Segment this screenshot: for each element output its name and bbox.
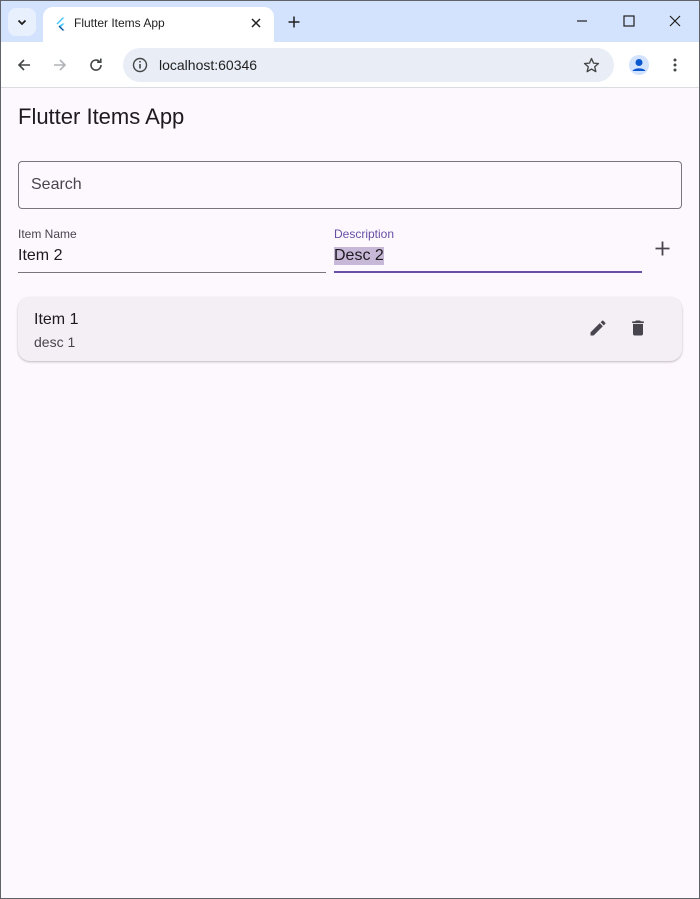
info-icon xyxy=(132,57,148,73)
plus-icon xyxy=(288,16,300,28)
delete-button[interactable] xyxy=(626,316,650,340)
url-text: localhost:60346 xyxy=(159,57,258,73)
back-button[interactable] xyxy=(10,51,38,79)
bookmark-button[interactable] xyxy=(582,56,600,74)
plus-icon xyxy=(655,241,669,255)
site-info-button[interactable] xyxy=(131,56,149,74)
item-name-underline xyxy=(18,272,326,273)
maximize-icon xyxy=(623,15,635,27)
search-input[interactable] xyxy=(19,162,681,208)
tab-search-button[interactable] xyxy=(8,8,36,36)
address-bar[interactable]: localhost:60346 xyxy=(123,48,614,82)
trash-icon xyxy=(632,320,644,336)
list-item[interactable]: Item 1 desc 1 xyxy=(18,297,682,361)
profile-button[interactable] xyxy=(625,51,653,79)
arrow-left-icon xyxy=(17,59,30,71)
new-tab-button[interactable] xyxy=(282,10,306,34)
app-content: Flutter Items App Item Name Item 2 Descr… xyxy=(1,89,699,898)
tab-close-button[interactable] xyxy=(248,15,264,31)
description-underline xyxy=(334,271,642,273)
arrow-right-icon xyxy=(54,59,67,71)
description-field[interactable]: Description Desc 2 xyxy=(334,227,642,273)
flutter-logo-icon xyxy=(56,17,65,31)
item-name-label: Item Name xyxy=(18,227,77,241)
item-name-field[interactable]: Item Name Item 2 xyxy=(18,227,326,273)
minimize-button[interactable] xyxy=(567,7,597,35)
page-title: Flutter Items App xyxy=(18,104,185,129)
close-window-button[interactable] xyxy=(660,7,690,35)
forward-button[interactable] xyxy=(46,51,74,79)
item-title: Item 1 xyxy=(34,311,79,328)
chevron-down-icon xyxy=(17,19,27,26)
item-name-value: Item 2 xyxy=(18,247,63,264)
star-icon xyxy=(583,57,599,72)
reload-icon xyxy=(90,58,102,71)
profile-icon xyxy=(629,55,649,75)
close-icon xyxy=(669,15,681,27)
browser-window: Flutter Items App localhost:60346 Flutte… xyxy=(0,0,700,899)
tab-strip: Flutter Items App xyxy=(1,1,699,42)
item-subtitle: desc 1 xyxy=(34,334,76,350)
search-field[interactable] xyxy=(18,161,682,209)
minimize-icon xyxy=(577,20,587,22)
tab-title: Flutter Items App xyxy=(74,16,165,30)
description-value: Desc 2 xyxy=(334,247,384,265)
pencil-icon xyxy=(590,320,606,336)
reload-button[interactable] xyxy=(82,51,110,79)
description-label: Description xyxy=(334,227,395,241)
add-item-button[interactable] xyxy=(649,235,675,261)
close-icon xyxy=(251,18,261,28)
browser-menu-button[interactable] xyxy=(661,51,689,79)
edit-button[interactable] xyxy=(586,316,610,340)
browser-toolbar: localhost:60346 xyxy=(1,42,699,88)
tab-active[interactable]: Flutter Items App xyxy=(43,7,274,42)
more-vert-icon xyxy=(673,58,677,72)
maximize-button[interactable] xyxy=(614,7,644,35)
